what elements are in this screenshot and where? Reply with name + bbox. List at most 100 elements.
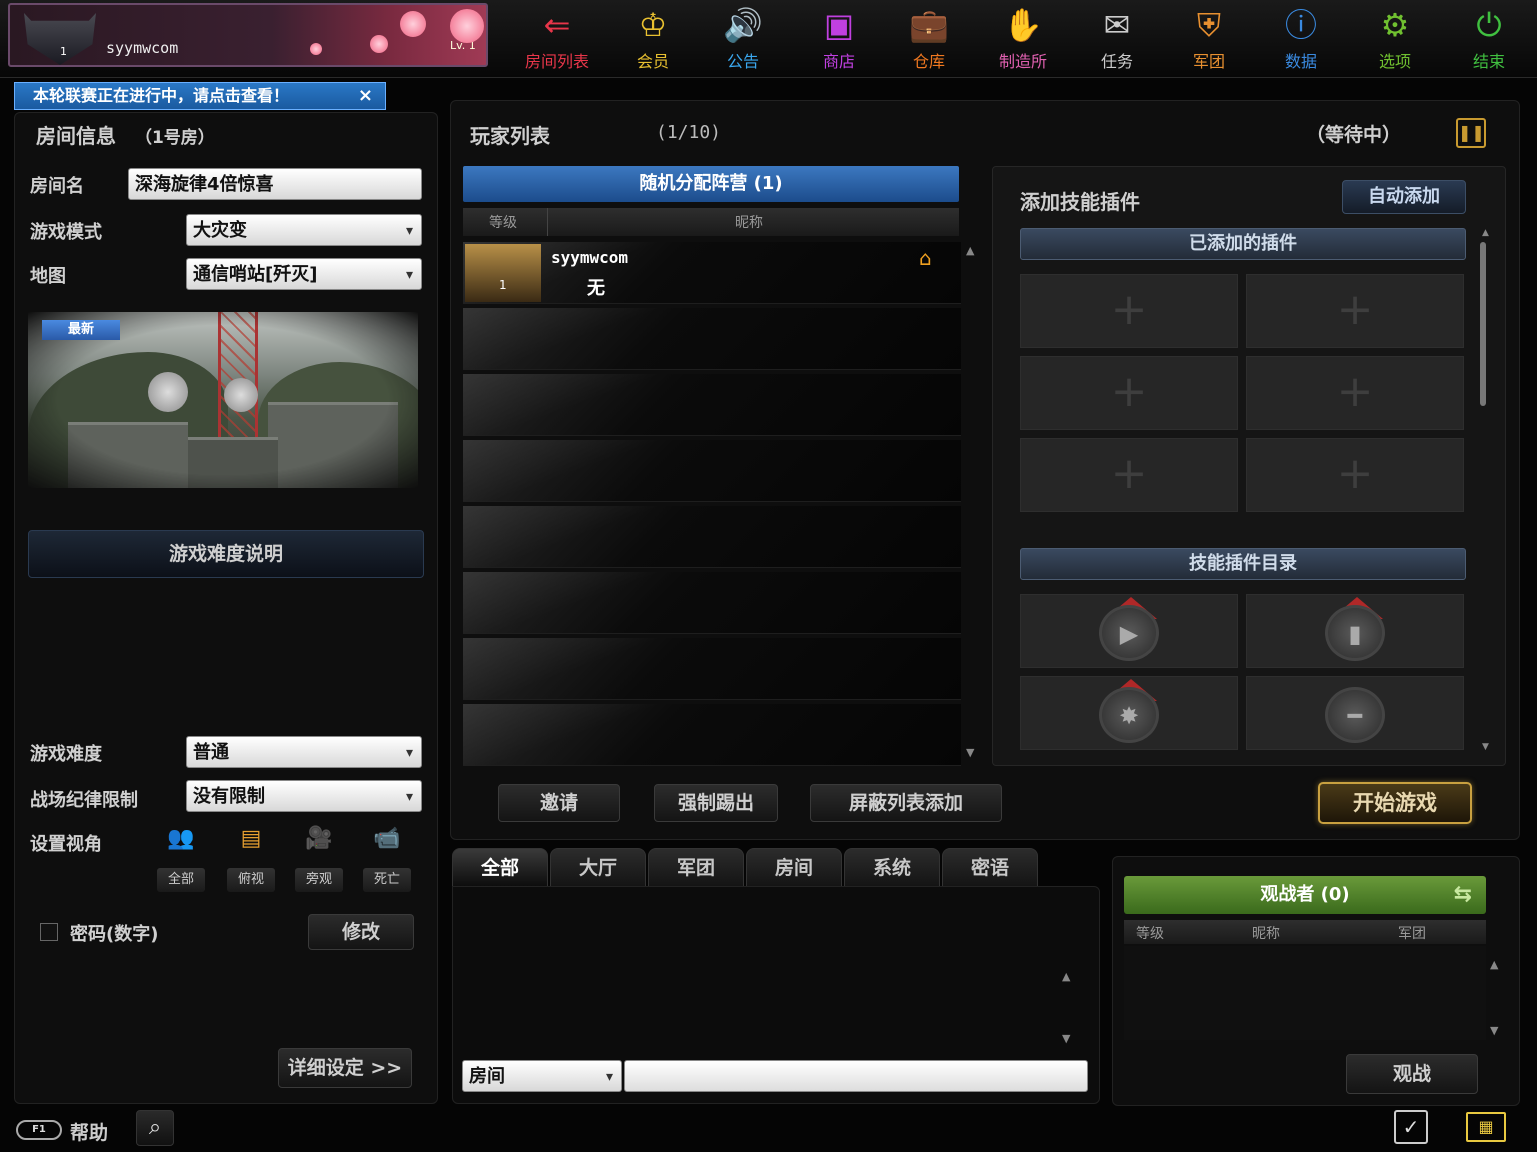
chat-tab-4[interactable]: 系统 bbox=[844, 848, 940, 886]
scroll-down-icon[interactable]: ▼ bbox=[966, 746, 974, 759]
nav-button-label: 制造所 bbox=[998, 52, 1047, 71]
help-key-icon[interactable]: F1 bbox=[16, 1120, 62, 1140]
password-checkbox[interactable] bbox=[40, 923, 58, 941]
player-slot-empty[interactable] bbox=[463, 506, 961, 568]
swap-icon[interactable]: ⇆ bbox=[1454, 876, 1472, 914]
player-slot-empty[interactable] bbox=[463, 440, 961, 502]
search-icon[interactable]: ⌕ bbox=[136, 1110, 174, 1146]
invite-button[interactable]: 邀请 bbox=[498, 784, 620, 822]
catalog-rifle-plugin[interactable]: ━ bbox=[1246, 676, 1464, 750]
player-rank-number: 1 bbox=[499, 278, 507, 292]
nav-button-7[interactable]: ⛨ 军团 bbox=[1164, 6, 1254, 72]
modify-password-button[interactable]: 修改 bbox=[308, 914, 414, 950]
spectator-scroll-up-icon[interactable]: ▲ bbox=[1490, 958, 1498, 971]
nav-button-9[interactable]: ⚙ 选项 bbox=[1350, 6, 1440, 72]
plugin-slot-add[interactable]: + bbox=[1020, 274, 1238, 348]
room-name-label: 房间名 bbox=[30, 176, 84, 197]
chat-input[interactable] bbox=[624, 1060, 1088, 1092]
auto-add-button[interactable]: 自动添加 bbox=[1342, 180, 1466, 214]
calendar-check-icon[interactable]: ✓ bbox=[1394, 1110, 1428, 1144]
chat-tab-1[interactable]: 大厅 bbox=[550, 848, 646, 886]
plugin-scrollbar[interactable] bbox=[1480, 242, 1486, 406]
nav-button-5[interactable]: ✋ 制造所 bbox=[978, 6, 1068, 72]
chat-tab-0[interactable]: 全部 bbox=[452, 848, 548, 886]
view-option-1[interactable]: 俯视 bbox=[227, 868, 275, 892]
spectator-title: 观战者 (0) bbox=[1260, 884, 1350, 905]
nav-button-3[interactable]: ▣ 商店 bbox=[794, 6, 884, 72]
catalog-pistol-plugin[interactable]: ▶ bbox=[1020, 594, 1238, 668]
chat-tab-2[interactable]: 军团 bbox=[648, 848, 744, 886]
chat-tab-5[interactable]: 密语 bbox=[942, 848, 1038, 886]
spectator-header-bar: 观战者 (0) ⇆ bbox=[1124, 876, 1486, 914]
view-option-2[interactable]: 旁观 bbox=[295, 868, 343, 892]
plugin-scroll-up-icon[interactable]: ▲ bbox=[1482, 228, 1489, 238]
name-column-header: 昵称 bbox=[735, 215, 763, 231]
nav-button-6[interactable]: ✉ 任务 bbox=[1072, 6, 1162, 72]
speaker-icon: 🔊 bbox=[723, 6, 763, 44]
nav-button-1[interactable]: ♔ 会员 bbox=[608, 6, 698, 72]
league-announcement[interactable]: 本轮联赛正在进行中，请点击查看！ × bbox=[14, 82, 386, 110]
player-slot-empty[interactable] bbox=[463, 374, 961, 436]
scroll-up-icon[interactable]: ▲ bbox=[966, 244, 974, 257]
player-rank-badge-icon: 1 bbox=[465, 244, 541, 302]
view-option-3[interactable]: 死亡 bbox=[363, 868, 411, 892]
close-icon[interactable]: × bbox=[358, 83, 373, 109]
view-angle-label: 设置视角 bbox=[30, 834, 102, 855]
plugin-catalog-header: 技能插件目录 bbox=[1020, 548, 1466, 580]
player-slot-filled[interactable]: 1 syymwcom 无 ⌂ bbox=[463, 242, 961, 304]
plugin-slot-add[interactable]: + bbox=[1246, 274, 1464, 348]
chat-scroll-up-icon[interactable]: ▲ bbox=[1062, 970, 1070, 983]
help-link[interactable]: 帮助 bbox=[70, 1118, 108, 1145]
game-mode-select[interactable]: 大灾变 bbox=[186, 214, 422, 247]
spectator-scroll-down-icon[interactable]: ▼ bbox=[1490, 1024, 1498, 1037]
added-plugins-header: 已添加的插件 bbox=[1020, 228, 1466, 260]
player-slot-empty[interactable] bbox=[463, 704, 961, 766]
nav-button-label: 公告 bbox=[726, 52, 759, 71]
view-option-0[interactable]: 全部 bbox=[157, 868, 205, 892]
video-camera-icon[interactable]: 📹 bbox=[362, 826, 412, 860]
plugin-slot-add[interactable]: + bbox=[1246, 356, 1464, 430]
catalog-city-plugin[interactable]: ▮ bbox=[1246, 594, 1464, 668]
advanced-settings-button[interactable]: 详细设定 >> bbox=[278, 1048, 412, 1088]
nav-button-4[interactable]: 💼 仓库 bbox=[884, 6, 974, 72]
player-slot-empty[interactable] bbox=[463, 308, 961, 370]
room-name-field[interactable]: 深海旋律4倍惊喜 bbox=[128, 168, 422, 200]
nav-button-8[interactable]: ⓘ 数据 bbox=[1256, 6, 1346, 72]
player-list-header: 等级 昵称 bbox=[463, 208, 959, 236]
glove-icon: ✋ bbox=[1003, 6, 1043, 44]
kick-button[interactable]: 强制踢出 bbox=[654, 784, 778, 822]
chat-channel-select[interactable]: 房间 bbox=[462, 1060, 622, 1093]
pause-icon[interactable]: ❚❚ bbox=[1456, 118, 1486, 148]
nav-button-label: 商店 bbox=[822, 52, 855, 71]
chat-tab-3[interactable]: 房间 bbox=[746, 848, 842, 886]
random-team-bar[interactable]: 随机分配阵营 (1) bbox=[463, 166, 959, 202]
nav-button-0[interactable]: ⇐ 房间列表 bbox=[512, 6, 602, 72]
player-list-title: 玩家列表 bbox=[470, 124, 550, 148]
nav-button-2[interactable]: 🔊 公告 bbox=[698, 6, 788, 72]
camera-icon[interactable]: 🎥 bbox=[294, 826, 344, 860]
block-list-button[interactable]: 屏蔽列表添加 bbox=[810, 784, 1002, 822]
plugin-slot-add[interactable]: + bbox=[1020, 356, 1238, 430]
map-select[interactable]: 通信哨站[歼灭] bbox=[186, 258, 422, 291]
overhead-view-icon[interactable]: ▤ bbox=[226, 826, 276, 860]
player-slot-empty[interactable] bbox=[463, 638, 961, 700]
watch-button[interactable]: 观战 bbox=[1346, 1054, 1478, 1094]
nav-button-10[interactable]: ⏻ 结束 bbox=[1444, 6, 1534, 72]
difficulty-select[interactable]: 普通 bbox=[186, 736, 422, 769]
discipline-select[interactable]: 没有限制 bbox=[186, 780, 422, 813]
plugin-slot-add[interactable]: + bbox=[1020, 438, 1238, 512]
catalog-explosion-plugin[interactable]: ✸ bbox=[1020, 676, 1238, 750]
plugin-slot-add[interactable]: + bbox=[1246, 438, 1464, 512]
player-slot-empty[interactable] bbox=[463, 572, 961, 634]
start-game-button[interactable]: 开始游戏 bbox=[1318, 782, 1472, 824]
pistol-icon: ▶ bbox=[1099, 605, 1159, 661]
film-strip-icon[interactable]: ▦ bbox=[1466, 1112, 1506, 1142]
difficulty-info-button[interactable]: 游戏难度说明 bbox=[28, 530, 424, 578]
blossom-decoration-icon bbox=[450, 9, 484, 43]
plugin-scroll-down-icon[interactable]: ▼ bbox=[1482, 742, 1489, 752]
player-profile-banner[interactable]: 1 syymwcom Lv. 1 bbox=[8, 3, 488, 67]
new-map-tag: 最新 bbox=[42, 320, 120, 340]
people-icon[interactable]: 👥 bbox=[156, 826, 206, 860]
game-mode-label: 游戏模式 bbox=[30, 222, 102, 243]
chat-scroll-down-icon[interactable]: ▼ bbox=[1062, 1032, 1070, 1045]
